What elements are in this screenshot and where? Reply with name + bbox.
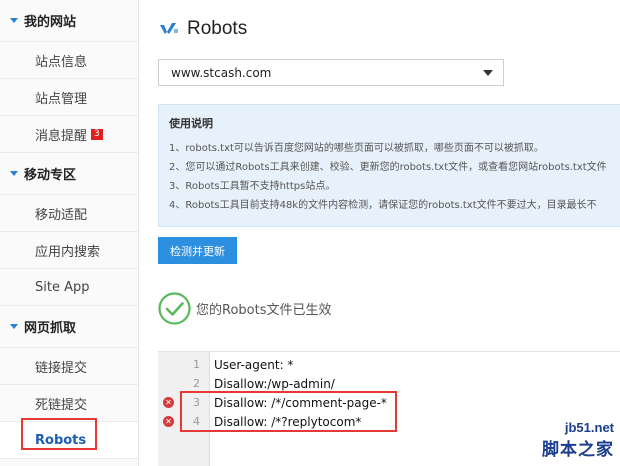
- watermark: jb51.net 脚本之家: [542, 420, 614, 460]
- check-circle-icon: [158, 292, 191, 325]
- code-line: 1 User-agent: *: [158, 355, 620, 374]
- watermark-line2: 脚本之家: [542, 440, 614, 460]
- sidebar-item-mobile-adapt[interactable]: 移动适配: [0, 195, 138, 232]
- triangle-down-icon: [10, 171, 18, 176]
- section-title: 移动专区: [24, 168, 77, 183]
- error-icon: ✕: [163, 397, 174, 408]
- sidebar-item-label: 链接提交: [35, 360, 88, 376]
- sidebar-item-link-submit[interactable]: 链接提交: [0, 348, 138, 385]
- robots-highlight-box: [21, 418, 97, 450]
- sidebar-section-my-site[interactable]: 我的网站: [0, 0, 138, 42]
- status-message: 您的Robots文件已生效: [158, 292, 331, 325]
- error-lines-highlight-box: [180, 391, 397, 432]
- sidebar-item-site-info[interactable]: 站点信息: [0, 42, 138, 79]
- line-number: 2: [193, 377, 200, 390]
- sidebar-item-deadlink-submit[interactable]: 死链提交: [0, 385, 138, 422]
- sidebar-section-mobile[interactable]: 移动专区: [0, 153, 138, 195]
- sidebar-item-label: 站点信息: [35, 54, 88, 70]
- robots-logo-icon: [160, 23, 178, 34]
- sidebar-section-crawl[interactable]: 网页抓取: [0, 306, 138, 348]
- site-select[interactable]: www.stcash.com: [158, 59, 504, 86]
- triangle-down-icon: [10, 324, 18, 329]
- chevron-down-icon: [483, 70, 493, 76]
- code-text: Disallow:/wp-admin/: [214, 376, 335, 391]
- sidebar-item-app-search[interactable]: 应用内搜索: [0, 232, 138, 269]
- page-header: Robots: [160, 18, 247, 40]
- error-icon: ✕: [163, 416, 174, 427]
- code-text: User-agent: *: [214, 357, 294, 372]
- help-line: 4、Robots工具目前支持48k的文件内容检测，请保证您的robots.txt…: [169, 200, 597, 211]
- section-title: 网页抓取: [24, 321, 77, 336]
- check-update-button[interactable]: 检测并更新: [158, 237, 237, 264]
- help-line: 2、您可以通过Robots工具来创建、校验、更新您的robots.txt文件，或…: [169, 162, 607, 173]
- site-select-value: www.stcash.com: [171, 65, 272, 80]
- watermark-line1: jb51.net: [564, 420, 614, 435]
- message-count-badge: 3: [91, 128, 103, 140]
- sidebar-item-label: 消息提醒: [35, 128, 88, 144]
- sidebar-item-site-app[interactable]: Site App: [0, 269, 138, 306]
- help-line: 1、robots.txt可以告诉百度您网站的哪些页面可以被抓取，哪些页面不可以被…: [169, 143, 544, 154]
- help-line: 3、Robots工具暂不支持https站点。: [169, 181, 336, 192]
- triangle-down-icon: [10, 18, 18, 23]
- section-title: 我的网站: [24, 15, 77, 30]
- help-title: 使用说明: [169, 117, 213, 130]
- main-content: Robots www.stcash.com 使用说明 1、robots.txt可…: [140, 0, 620, 466]
- sidebar-item-site-manage[interactable]: 站点管理: [0, 79, 138, 116]
- sidebar-item-label: 移动适配: [35, 207, 88, 223]
- sidebar-item-label: 应用内搜索: [35, 244, 101, 260]
- sidebar-item-label: 死链提交: [35, 397, 88, 413]
- sidebar-item-label: 站点管理: [35, 91, 88, 107]
- status-text: 您的Robots文件已生效: [196, 303, 332, 318]
- sidebar-item-label: Site App: [35, 279, 90, 295]
- usage-instructions: 使用说明 1、robots.txt可以告诉百度您网站的哪些页面可以被抓取，哪些页…: [158, 104, 620, 227]
- sidebar-item-messages[interactable]: 消息提醒 3: [0, 116, 138, 153]
- sidebar: 我的网站 站点信息 站点管理 消息提醒 3 移动专区 移动适配 应用内搜索 Si…: [0, 0, 139, 466]
- page-title: Robots: [187, 18, 248, 39]
- line-number: 1: [193, 358, 200, 371]
